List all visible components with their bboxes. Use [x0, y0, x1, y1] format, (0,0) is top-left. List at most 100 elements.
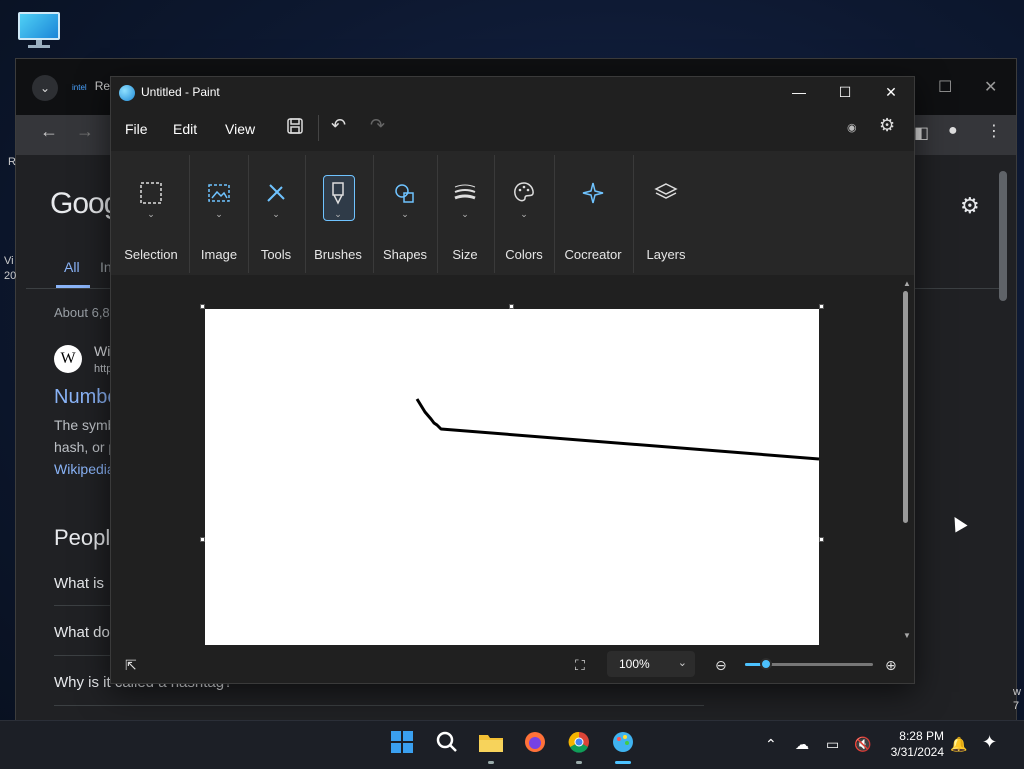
chevron-down-icon: ⌄: [461, 209, 469, 219]
resize-handle[interactable]: [819, 304, 824, 309]
edge-text: 7: [1013, 700, 1020, 712]
chevron-down-icon: ⌄: [401, 209, 409, 219]
maximize-icon[interactable]: ☐: [822, 77, 868, 107]
group-tools[interactable]: ⌄ Tools: [251, 151, 301, 275]
taskbar-clock[interactable]: 8:28 PM 3/31/2024: [884, 728, 944, 760]
chrome-close-icon[interactable]: ✕: [984, 77, 997, 97]
ribbon-separator: [305, 155, 306, 273]
edge-text: w: [1013, 686, 1021, 698]
group-shapes[interactable]: ⌄ Shapes: [377, 151, 433, 275]
group-selection[interactable]: ⌄ Selection: [121, 151, 181, 275]
onedrive-icon[interactable]: ☁: [795, 736, 809, 753]
resize-handle[interactable]: [200, 537, 205, 542]
ribbon-separator: [437, 155, 438, 273]
result-snippet-line-1: The symb: [54, 417, 116, 433]
chrome-maximize-icon[interactable]: ☐: [938, 77, 952, 97]
result-stats: About 6,8: [54, 305, 110, 320]
cocreator-icon: [557, 181, 629, 211]
zoom-out-icon[interactable]: ⊖: [715, 657, 727, 674]
running-indicator: [576, 761, 582, 764]
paa-divider: [54, 705, 704, 706]
back-icon[interactable]: ←: [40, 121, 58, 142]
undo-icon[interactable]: ↶: [331, 115, 346, 136]
group-label: Cocreator: [564, 247, 622, 262]
settings-icon[interactable]: ⚙: [879, 115, 895, 136]
wikipedia-link[interactable]: Wikipedia: [54, 461, 115, 477]
result-title-link[interactable]: Numbe: [54, 386, 118, 409]
result-site-name[interactable]: Wi: [94, 343, 110, 359]
resize-handle[interactable]: [509, 304, 514, 309]
this-pc-desktop-icon[interactable]: [18, 12, 60, 48]
account-icon[interactable]: ◉: [847, 121, 857, 134]
group-brushes[interactable]: ⌄ Brushes: [309, 151, 367, 275]
chrome-tab[interactable]: intel Re: [72, 79, 110, 93]
menu-edit[interactable]: Edit: [173, 121, 197, 137]
toolbar-separator: [318, 115, 319, 141]
size-icon: [441, 181, 489, 211]
copilot-icon[interactable]: ✦: [982, 732, 997, 753]
wikipedia-favicon: W: [54, 345, 82, 373]
paint-window: Untitled - Paint — ☐ ✕ File Edit View ↶ …: [110, 76, 915, 684]
paint-icon[interactable]: [610, 730, 636, 756]
group-label: Brushes: [314, 247, 362, 262]
chevron-up-icon[interactable]: ⌃: [765, 736, 777, 753]
tab-search-button[interactable]: ⌄: [32, 75, 58, 101]
firefox-icon[interactable]: [522, 730, 548, 756]
page-scrollbar[interactable]: [998, 171, 1008, 711]
notifications-bell-icon[interactable]: 🔔: [950, 736, 967, 753]
start-icon[interactable]: [389, 730, 415, 756]
forward-icon[interactable]: →: [76, 121, 94, 142]
zoom-level-dropdown[interactable]: 100% ⌄: [607, 651, 695, 677]
menu-view[interactable]: View: [225, 121, 255, 137]
save-icon[interactable]: [286, 117, 304, 140]
scroll-up-icon[interactable]: ▲: [903, 279, 911, 288]
group-label: Shapes: [382, 247, 428, 262]
side-panel-icon[interactable]: ◧: [914, 123, 929, 143]
group-colors[interactable]: ⌄ Colors: [497, 151, 551, 275]
zoom-slider[interactable]: [745, 658, 873, 670]
paa-question-2[interactable]: What do: [54, 624, 110, 641]
menu-file[interactable]: File: [125, 121, 148, 137]
google-logo[interactable]: Goog: [50, 187, 120, 221]
group-layers[interactable]: Layers: [637, 151, 695, 275]
profile-icon[interactable]: ●: [948, 122, 958, 140]
chrome-icon[interactable]: [566, 730, 592, 756]
paa-question-1[interactable]: What is: [54, 575, 104, 592]
more-menu-icon[interactable]: ⋮: [986, 121, 1002, 141]
resize-handle[interactable]: [819, 537, 824, 542]
redo-icon[interactable]: ↷: [370, 115, 385, 136]
network-icon[interactable]: ▭: [826, 736, 839, 753]
file-explorer-icon[interactable]: [478, 730, 504, 756]
ribbon-separator: [189, 155, 190, 273]
scrollbar-thumb[interactable]: [903, 291, 908, 523]
group-size[interactable]: ⌄ Size: [441, 151, 489, 275]
active-app-indicator: [615, 761, 631, 764]
edge-text: R: [8, 156, 16, 168]
chevron-down-icon: ⌄: [520, 209, 528, 219]
minimize-icon[interactable]: —: [776, 77, 822, 107]
scroll-down-icon[interactable]: ▼: [903, 631, 911, 640]
pointer-icon: ⇱: [125, 657, 137, 673]
clock-date: 3/31/2024: [890, 745, 944, 759]
chevron-down-icon: ⌄: [677, 657, 687, 669]
edge-text: 20: [4, 270, 17, 282]
volume-icon[interactable]: 🔇: [854, 736, 871, 753]
group-cocreator[interactable]: Cocreator: [557, 151, 629, 275]
search-icon[interactable]: [434, 730, 460, 756]
drawing-canvas[interactable]: [205, 309, 819, 645]
canvas-scrollbar[interactable]: [903, 283, 909, 643]
settings-gear-icon[interactable]: ⚙: [960, 193, 980, 219]
zoom-in-icon[interactable]: ⊕: [885, 657, 897, 674]
close-icon[interactable]: ✕: [868, 77, 914, 107]
zoom-slider-thumb[interactable]: [760, 658, 772, 670]
clock-time: 8:28 PM: [899, 729, 944, 743]
resize-handle[interactable]: [200, 304, 205, 309]
ribbon-separator: [494, 155, 495, 273]
ribbon-separator: [554, 155, 555, 273]
tools-icon: [251, 181, 301, 211]
group-image[interactable]: ⌄ Image: [193, 151, 245, 275]
tab-all[interactable]: All: [64, 259, 80, 275]
chevron-down-icon: ⌄: [272, 209, 280, 219]
selection-icon: [121, 181, 181, 211]
fit-to-window-icon[interactable]: ⛶: [575, 657, 585, 674]
